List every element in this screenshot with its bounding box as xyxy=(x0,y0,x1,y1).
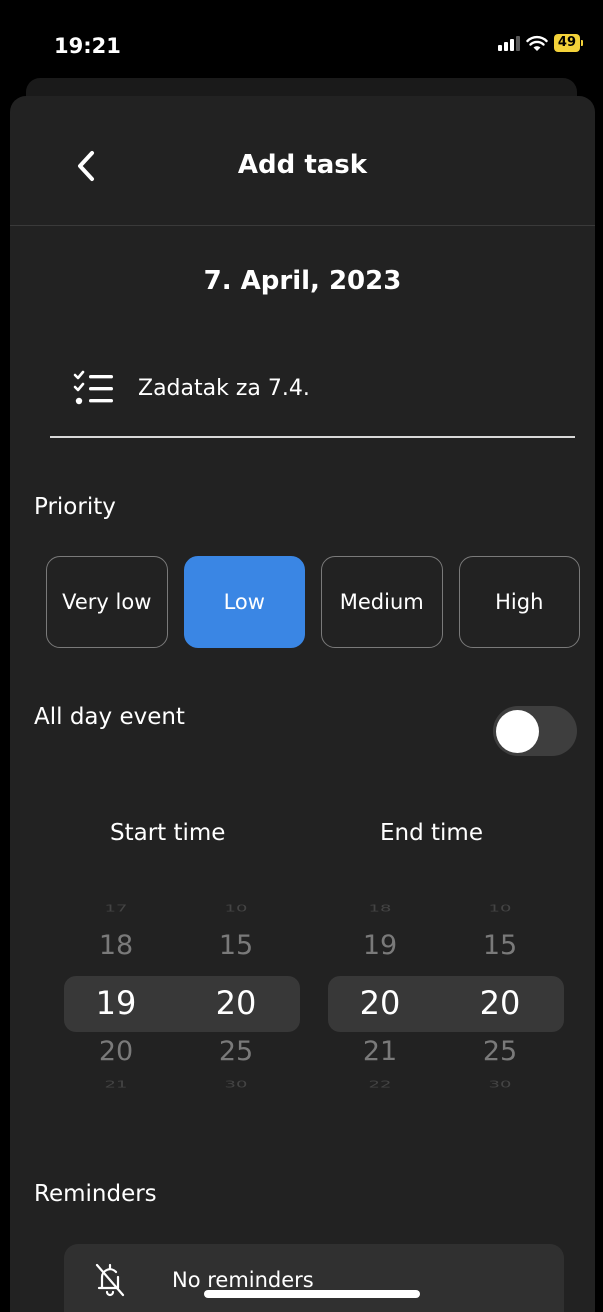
wheel-value: 15 xyxy=(482,930,518,961)
wheel-selected-value: 20 xyxy=(215,984,257,1022)
priority-label: Priority xyxy=(34,494,116,520)
home-indicator[interactable] xyxy=(204,1290,420,1298)
page-title: Add task xyxy=(237,150,368,180)
toggle-knob xyxy=(496,710,539,753)
wheel-value: 15 xyxy=(218,930,254,961)
wheel-value: 18 xyxy=(368,902,392,915)
wheel-value: 18 xyxy=(98,930,134,961)
priority-very-low-button[interactable]: Very low xyxy=(46,556,168,648)
signal-icon xyxy=(497,35,520,51)
all-day-toggle[interactable] xyxy=(493,706,577,756)
wheel-value: 22 xyxy=(368,1078,392,1091)
wifi-icon xyxy=(526,35,548,51)
task-name-input[interactable] xyxy=(138,368,558,408)
wheel-value: 10 xyxy=(224,902,248,915)
priority-selector: Very low Low Medium High xyxy=(46,556,580,648)
end-time-picker[interactable]: 18 19 20 21 22 10 15 20 25 30 xyxy=(328,896,564,1096)
no-reminders-text: No reminders xyxy=(172,1268,314,1292)
wheel-value: 30 xyxy=(224,1078,248,1091)
wheel-value: 25 xyxy=(218,1036,254,1067)
wheel-value: 25 xyxy=(482,1036,518,1067)
task-field[interactable] xyxy=(50,352,575,438)
wheel-value: 21 xyxy=(104,1078,128,1091)
priority-medium-button[interactable]: Medium xyxy=(321,556,443,648)
bell-off-icon xyxy=(95,1263,125,1297)
reminders-label: Reminders xyxy=(34,1181,157,1207)
status-icons: 49 xyxy=(497,34,583,52)
screen: 19:21 49 Add task 7. April, 2023 Zadatak… xyxy=(8,8,595,1312)
wheel-value: 21 xyxy=(362,1036,398,1067)
checklist-icon xyxy=(73,370,113,405)
wheel-selected-value: 19 xyxy=(95,984,137,1022)
wheel-value: 17 xyxy=(104,902,128,915)
battery-tip xyxy=(581,40,583,46)
start-time-label: Start time xyxy=(110,820,226,846)
wheel-selected-value: 20 xyxy=(479,984,521,1022)
status-bar: 19:21 49 xyxy=(8,8,595,84)
end-time-label: End time xyxy=(380,820,483,846)
wheel-value: 30 xyxy=(488,1078,512,1091)
nav-bar: Add task xyxy=(10,96,595,226)
reminders-card[interactable]: No reminders xyxy=(64,1244,564,1312)
battery-icon: 49 xyxy=(553,34,580,52)
priority-low-button[interactable]: Low xyxy=(183,556,305,648)
wheel-value: 20 xyxy=(98,1036,134,1067)
status-time: 19:21 xyxy=(54,34,121,58)
wheel-value: 19 xyxy=(362,930,398,961)
all-day-label: All day event xyxy=(34,704,185,730)
date-heading[interactable]: 7. April, 2023 xyxy=(10,266,595,296)
start-time-picker[interactable]: 17 18 19 20 21 10 15 20 25 30 xyxy=(64,896,300,1096)
wheel-selected-value: 20 xyxy=(359,984,401,1022)
add-task-sheet: Add task 7. April, 2023 Priority Very lo… xyxy=(10,96,595,1312)
wheel-value: 10 xyxy=(488,902,512,915)
priority-high-button[interactable]: High xyxy=(458,556,580,648)
